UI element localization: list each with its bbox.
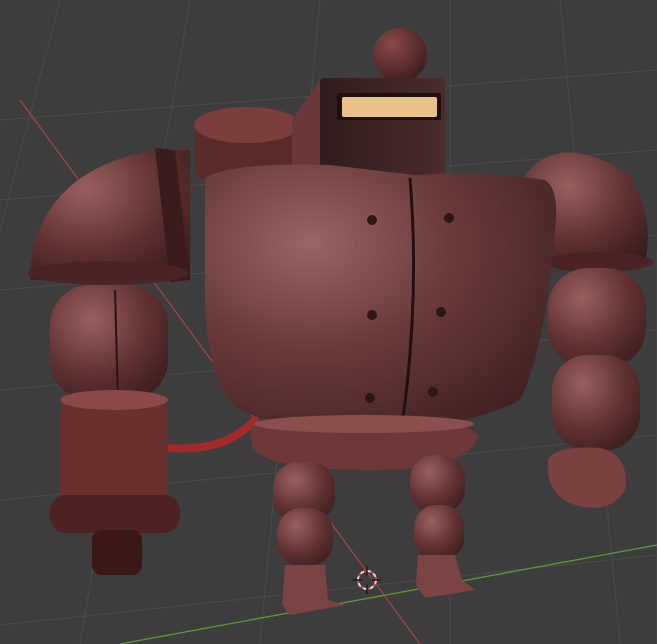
robot-cable	[166, 416, 259, 453]
y-axis-line	[119, 544, 657, 644]
3d-viewport[interactable]	[0, 0, 657, 644]
robot-right-leg	[410, 455, 475, 598]
viewport-scene[interactable]	[0, 0, 657, 644]
robot-left-leg	[273, 462, 345, 615]
robot-left-arm	[28, 148, 190, 575]
robot-torso	[205, 164, 557, 429]
robot-visor	[342, 97, 437, 117]
robot-right-hand	[547, 447, 626, 508]
3d-cursor-icon[interactable]	[353, 566, 381, 594]
robot-head-knob	[373, 28, 427, 82]
